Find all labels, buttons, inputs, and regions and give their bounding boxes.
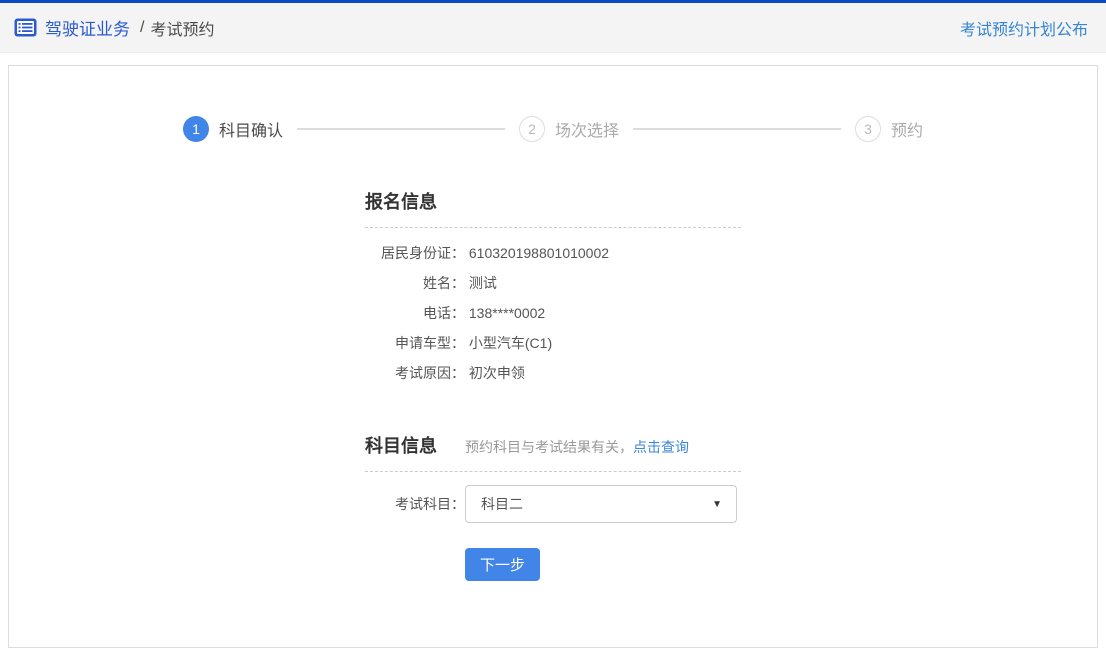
breadcrumb-separator: / — [140, 19, 144, 37]
field-label: 居民身份证： — [365, 238, 465, 268]
subject-note-text: 预约科目与考试结果有关， — [465, 439, 633, 455]
list-icon — [14, 18, 37, 37]
step-2-circle: 2 — [519, 116, 545, 142]
subject-section-header: 科目信息 预约科目与考试结果有关，点击查询 — [365, 432, 741, 472]
stepper: 1 科目确认 2 场次选择 3 预约 — [9, 116, 1097, 142]
field-label: 电话： — [365, 298, 465, 328]
field-row-name: 姓名： 测试 — [365, 268, 741, 298]
field-value: 测试 — [469, 275, 497, 291]
field-row-exam-reason: 考试原因： 初次申领 — [365, 358, 741, 388]
caret-down-icon: ▼ — [712, 499, 722, 510]
page-title: 考试预约 — [150, 16, 214, 40]
step-appointment: 3 预约 — [855, 116, 923, 142]
step-2-label: 场次选择 — [555, 117, 619, 141]
subject-section-title: 科目信息 — [365, 432, 437, 458]
top-bar: 驾驶证业务 / 考试预约 考试预约计划公布 — [0, 0, 1106, 53]
registration-info-section: 报名信息 居民身份证： 610320198801010002 姓名： 测试 电话… — [365, 188, 741, 388]
step-connector — [633, 128, 841, 130]
field-row-vehicle-type: 申请车型： 小型汽车(C1) — [365, 328, 741, 358]
exam-subject-row: 考试科目： 科目二 ▼ — [365, 485, 741, 523]
step-connector — [297, 128, 505, 130]
main-panel: 1 科目确认 2 场次选择 3 预约 报名信息 居民身份证： 610320198… — [8, 65, 1098, 648]
breadcrumb: 驾驶证业务 / 考试预约 — [14, 15, 214, 40]
field-value: 初次申领 — [469, 365, 525, 381]
exam-plan-link[interactable]: 考试预约计划公布 — [960, 16, 1088, 40]
subject-info-section: 科目信息 预约科目与考试结果有关，点击查询 考试科目： 科目二 ▼ 下一步 — [365, 432, 741, 581]
step-session-select: 2 场次选择 — [519, 116, 619, 142]
field-row-id-card: 居民身份证： 610320198801010002 — [365, 238, 741, 268]
registration-fields: 居民身份证： 610320198801010002 姓名： 测试 电话： 138… — [365, 238, 741, 388]
selected-option: 科目二 — [481, 494, 523, 514]
step-1-circle: 1 — [183, 116, 209, 142]
exam-subject-select[interactable]: 科目二 ▼ — [465, 485, 737, 523]
registration-section-header: 报名信息 — [365, 188, 741, 228]
step-1-label: 科目确认 — [219, 117, 283, 141]
field-row-phone: 电话： 138****0002 — [365, 298, 741, 328]
breadcrumb-root[interactable]: 驾驶证业务 — [45, 15, 130, 40]
field-value: 138****0002 — [469, 305, 545, 321]
field-label: 考试原因： — [365, 358, 465, 388]
exam-subject-label: 考试科目： — [365, 494, 465, 514]
field-label: 申请车型： — [365, 328, 465, 358]
next-step-button[interactable]: 下一步 — [465, 548, 540, 581]
registration-section-title: 报名信息 — [365, 188, 437, 214]
step-3-label: 预约 — [891, 117, 923, 141]
query-result-link[interactable]: 点击查询 — [633, 439, 689, 455]
field-label: 姓名： — [365, 268, 465, 298]
field-value: 610320198801010002 — [469, 245, 609, 261]
field-value: 小型汽车(C1) — [469, 335, 552, 351]
subject-note: 预约科目与考试结果有关，点击查询 — [465, 437, 689, 457]
step-3-circle: 3 — [855, 116, 881, 142]
step-subject-confirm: 1 科目确认 — [183, 116, 283, 142]
